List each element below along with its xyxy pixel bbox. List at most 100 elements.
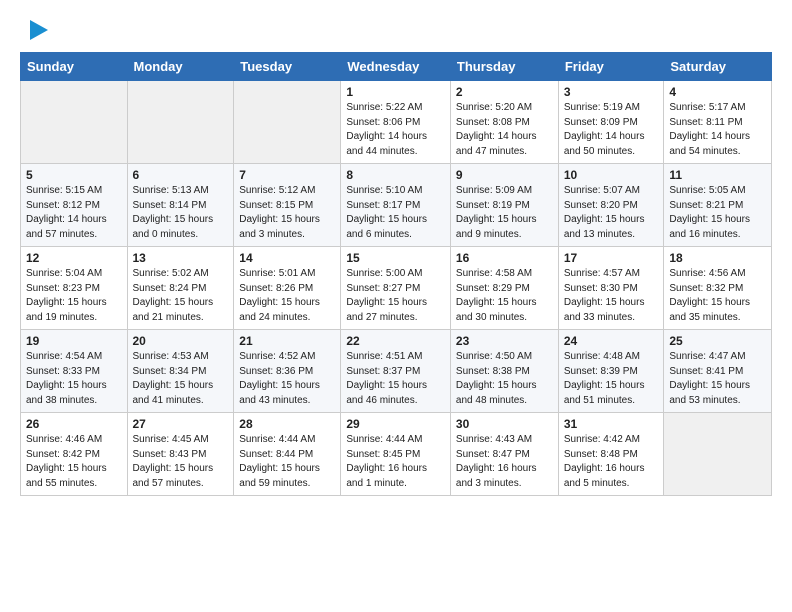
calendar-cell: 28 Sunrise: 4:44 AM Sunset: 8:44 PM Dayli… — [234, 413, 341, 496]
calendar-cell: 7 Sunrise: 5:12 AM Sunset: 8:15 PM Daylig… — [234, 164, 341, 247]
cell-content: Sunrise: 4:54 AM Sunset: 8:33 PM Dayligh… — [26, 350, 122, 408]
day-number: 31 — [564, 417, 659, 431]
day-number: 11 — [669, 168, 766, 182]
calendar-table: SundayMondayTuesdayWednesdayThursdayFrid… — [20, 52, 772, 496]
calendar-cell — [234, 81, 341, 164]
calendar-cell: 31 Sunrise: 4:42 AM Sunset: 8:48 PM Dayli… — [558, 413, 664, 496]
logo-icon — [22, 16, 50, 44]
cell-content: Sunrise: 4:53 AM Sunset: 8:34 PM Dayligh… — [133, 350, 229, 408]
cell-content: Sunrise: 5:00 AM Sunset: 8:27 PM Dayligh… — [346, 267, 445, 325]
cell-content: Sunrise: 5:13 AM Sunset: 8:14 PM Dayligh… — [133, 184, 229, 242]
day-number: 12 — [26, 251, 122, 265]
day-number: 22 — [346, 334, 445, 348]
calendar-cell: 26 Sunrise: 4:46 AM Sunset: 8:42 PM Dayli… — [21, 413, 128, 496]
day-number: 18 — [669, 251, 766, 265]
cell-content: Sunrise: 5:12 AM Sunset: 8:15 PM Dayligh… — [239, 184, 335, 242]
day-number: 2 — [456, 85, 553, 99]
calendar-cell: 8 Sunrise: 5:10 AM Sunset: 8:17 PM Daylig… — [341, 164, 451, 247]
day-number: 17 — [564, 251, 659, 265]
day-number: 16 — [456, 251, 553, 265]
calendar-cell: 3 Sunrise: 5:19 AM Sunset: 8:09 PM Daylig… — [558, 81, 664, 164]
cell-content: Sunrise: 4:47 AM Sunset: 8:41 PM Dayligh… — [669, 350, 766, 408]
weekday-header: Tuesday — [234, 53, 341, 81]
day-number: 26 — [26, 417, 122, 431]
calendar-week-row: 19 Sunrise: 4:54 AM Sunset: 8:33 PM Dayli… — [21, 330, 772, 413]
cell-content: Sunrise: 4:44 AM Sunset: 8:44 PM Dayligh… — [239, 433, 335, 491]
calendar-week-row: 1 Sunrise: 5:22 AM Sunset: 8:06 PM Daylig… — [21, 81, 772, 164]
page: SundayMondayTuesdayWednesdayThursdayFrid… — [0, 0, 792, 512]
calendar-cell: 25 Sunrise: 4:47 AM Sunset: 8:41 PM Dayli… — [664, 330, 772, 413]
cell-content: Sunrise: 4:52 AM Sunset: 8:36 PM Dayligh… — [239, 350, 335, 408]
cell-content: Sunrise: 4:51 AM Sunset: 8:37 PM Dayligh… — [346, 350, 445, 408]
weekday-header: Wednesday — [341, 53, 451, 81]
calendar-cell: 16 Sunrise: 4:58 AM Sunset: 8:29 PM Dayli… — [450, 247, 558, 330]
weekday-header: Saturday — [664, 53, 772, 81]
cell-content: Sunrise: 5:22 AM Sunset: 8:06 PM Dayligh… — [346, 101, 445, 159]
day-number: 6 — [133, 168, 229, 182]
day-number: 20 — [133, 334, 229, 348]
cell-content: Sunrise: 5:17 AM Sunset: 8:11 PM Dayligh… — [669, 101, 766, 159]
cell-content: Sunrise: 4:45 AM Sunset: 8:43 PM Dayligh… — [133, 433, 229, 491]
calendar-cell — [127, 81, 234, 164]
calendar-cell: 13 Sunrise: 5:02 AM Sunset: 8:24 PM Dayli… — [127, 247, 234, 330]
day-number: 15 — [346, 251, 445, 265]
cell-content: Sunrise: 4:57 AM Sunset: 8:30 PM Dayligh… — [564, 267, 659, 325]
cell-content: Sunrise: 4:58 AM Sunset: 8:29 PM Dayligh… — [456, 267, 553, 325]
cell-content: Sunrise: 5:20 AM Sunset: 8:08 PM Dayligh… — [456, 101, 553, 159]
calendar-cell: 21 Sunrise: 4:52 AM Sunset: 8:36 PM Dayli… — [234, 330, 341, 413]
day-number: 4 — [669, 85, 766, 99]
calendar-week-row: 26 Sunrise: 4:46 AM Sunset: 8:42 PM Dayli… — [21, 413, 772, 496]
calendar-cell: 5Sunrise: 5:15 AM Sunset: 8:12 PM Daylig… — [21, 164, 128, 247]
cell-content: Sunrise: 5:19 AM Sunset: 8:09 PM Dayligh… — [564, 101, 659, 159]
weekday-header: Thursday — [450, 53, 558, 81]
calendar-cell: 18 Sunrise: 4:56 AM Sunset: 8:32 PM Dayli… — [664, 247, 772, 330]
calendar-cell: 10Sunrise: 5:07 AM Sunset: 8:20 PM Dayli… — [558, 164, 664, 247]
cell-content: Sunrise: 5:10 AM Sunset: 8:17 PM Dayligh… — [346, 184, 445, 242]
day-number: 19 — [26, 334, 122, 348]
calendar-cell: 27 Sunrise: 4:45 AM Sunset: 8:43 PM Dayli… — [127, 413, 234, 496]
day-number: 3 — [564, 85, 659, 99]
calendar-week-row: 12 Sunrise: 5:04 AM Sunset: 8:23 PM Dayli… — [21, 247, 772, 330]
day-number: 7 — [239, 168, 335, 182]
day-number: 25 — [669, 334, 766, 348]
calendar-cell: 2 Sunrise: 5:20 AM Sunset: 8:08 PM Daylig… — [450, 81, 558, 164]
day-number: 9 — [456, 168, 553, 182]
calendar-cell: 20 Sunrise: 4:53 AM Sunset: 8:34 PM Dayli… — [127, 330, 234, 413]
calendar-cell: 6 Sunrise: 5:13 AM Sunset: 8:14 PM Daylig… — [127, 164, 234, 247]
cell-content: Sunrise: 4:46 AM Sunset: 8:42 PM Dayligh… — [26, 433, 122, 491]
calendar-cell: 24 Sunrise: 4:48 AM Sunset: 8:39 PM Dayli… — [558, 330, 664, 413]
weekday-header: Sunday — [21, 53, 128, 81]
cell-content: Sunrise: 5:09 AM Sunset: 8:19 PM Dayligh… — [456, 184, 553, 242]
day-number: 28 — [239, 417, 335, 431]
cell-content: Sunrise: 5:02 AM Sunset: 8:24 PM Dayligh… — [133, 267, 229, 325]
calendar-cell: 15 Sunrise: 5:00 AM Sunset: 8:27 PM Dayli… — [341, 247, 451, 330]
cell-content: Sunrise: 4:48 AM Sunset: 8:39 PM Dayligh… — [564, 350, 659, 408]
cell-content: Sunrise: 5:01 AM Sunset: 8:26 PM Dayligh… — [239, 267, 335, 325]
calendar-week-row: 5Sunrise: 5:15 AM Sunset: 8:12 PM Daylig… — [21, 164, 772, 247]
calendar-cell: 1 Sunrise: 5:22 AM Sunset: 8:06 PM Daylig… — [341, 81, 451, 164]
calendar-cell: 4 Sunrise: 5:17 AM Sunset: 8:11 PM Daylig… — [664, 81, 772, 164]
logo — [20, 16, 50, 44]
calendar-cell: 29Sunrise: 4:44 AM Sunset: 8:45 PM Dayli… — [341, 413, 451, 496]
day-number: 1 — [346, 85, 445, 99]
cell-content: Sunrise: 4:56 AM Sunset: 8:32 PM Dayligh… — [669, 267, 766, 325]
calendar-header-row: SundayMondayTuesdayWednesdayThursdayFrid… — [21, 53, 772, 81]
day-number: 24 — [564, 334, 659, 348]
cell-content: Sunrise: 5:04 AM Sunset: 8:23 PM Dayligh… — [26, 267, 122, 325]
calendar-cell: 12 Sunrise: 5:04 AM Sunset: 8:23 PM Dayli… — [21, 247, 128, 330]
calendar-cell: 22 Sunrise: 4:51 AM Sunset: 8:37 PM Dayli… — [341, 330, 451, 413]
day-number: 8 — [346, 168, 445, 182]
calendar-cell: 14Sunrise: 5:01 AM Sunset: 8:26 PM Dayli… — [234, 247, 341, 330]
weekday-header: Friday — [558, 53, 664, 81]
weekday-header: Monday — [127, 53, 234, 81]
cell-content: Sunrise: 4:43 AM Sunset: 8:47 PM Dayligh… — [456, 433, 553, 491]
day-number: 13 — [133, 251, 229, 265]
day-number: 21 — [239, 334, 335, 348]
cell-content: Sunrise: 4:44 AM Sunset: 8:45 PM Dayligh… — [346, 433, 445, 491]
calendar-cell — [21, 81, 128, 164]
cell-content: Sunrise: 4:42 AM Sunset: 8:48 PM Dayligh… — [564, 433, 659, 491]
calendar-cell: 30Sunrise: 4:43 AM Sunset: 8:47 PM Dayli… — [450, 413, 558, 496]
day-number: 27 — [133, 417, 229, 431]
header — [20, 16, 772, 44]
day-number: 10 — [564, 168, 659, 182]
